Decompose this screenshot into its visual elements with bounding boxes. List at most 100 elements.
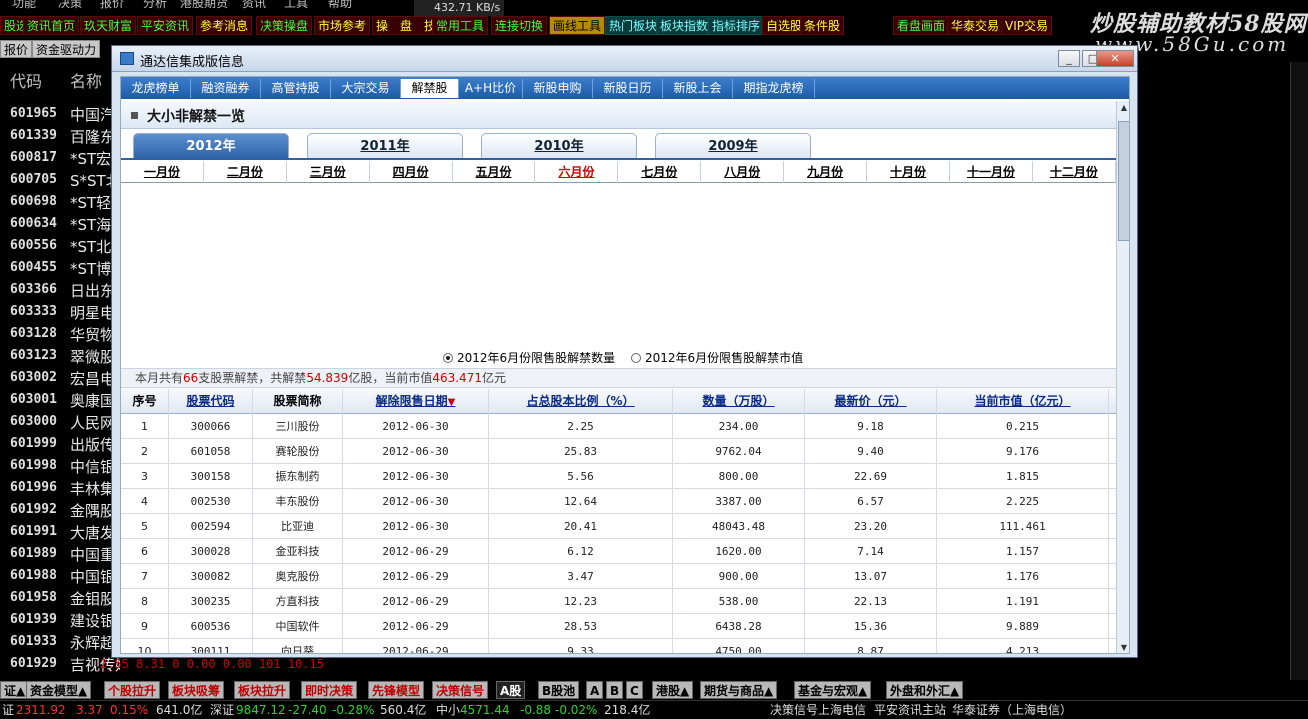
quote-row[interactable]: 603000 人民网 <box>0 412 120 434</box>
table-row[interactable]: 8 300235 方直科技 2012-06-29 12.23 538.00 22.13 1.1… <box>121 589 1116 614</box>
toolbar-button-12[interactable]: 板块指数 <box>656 16 713 35</box>
quote-row[interactable]: 600698 *ST轻 <box>0 192 120 214</box>
month-tab-3[interactable]: 三月份 <box>287 161 370 183</box>
quote-row[interactable]: 603333 明星电 <box>0 302 120 324</box>
quote-row[interactable]: 601339 百隆东 <box>0 126 120 148</box>
toolbar-button-17[interactable]: 华泰交易 <box>947 16 1004 35</box>
quote-row[interactable]: 601988 中国银 <box>0 566 120 588</box>
month-tab-12[interactable]: 十二月份 <box>1033 161 1116 183</box>
year-tab-2012[interactable]: 2012年 <box>133 133 289 159</box>
quote-row[interactable]: 603128 华贸物 <box>0 324 120 346</box>
quote-row[interactable]: 601996 丰林集 <box>0 478 120 500</box>
bottom-tab-2[interactable]: 个股拉升 <box>104 681 161 699</box>
table-row[interactable]: 10 300111 向日葵 2012-06-29 9.33 4750.00 8.87 4.21… <box>121 639 1116 653</box>
month-tab-4[interactable]: 四月份 <box>370 161 453 183</box>
month-tab-2[interactable]: 二月份 <box>204 161 287 183</box>
toolbar-button-2[interactable]: 玖天财富 <box>80 16 137 35</box>
toolbar-button-8[interactable]: 常用工具 <box>432 16 489 35</box>
bottom-tab-9[interactable]: B股池 <box>538 681 580 699</box>
bottom-tab-11[interactable]: B <box>606 681 624 699</box>
scroll-up-icon[interactable]: ▲ <box>1118 101 1129 115</box>
nav-tab-1[interactable]: 融资融券 <box>191 79 261 98</box>
toolbar-button-1[interactable]: 资讯首页 <box>23 16 80 35</box>
main-vertical-scrollbar[interactable] <box>1290 62 1308 680</box>
bottom-tab-10[interactable]: A <box>586 681 604 699</box>
toolbar-button-10[interactable]: 画线工具 <box>549 16 606 35</box>
toolbar-button-18[interactable]: VIP交易 <box>1001 16 1052 35</box>
menu-item-6[interactable]: 工具 <box>284 0 308 10</box>
bottom-tab-15[interactable]: 基金与宏观▲ <box>794 681 872 699</box>
quote-row[interactable]: 601992 金隅股 <box>0 500 120 522</box>
toolbar-button-13[interactable]: 指标排序 <box>708 16 765 35</box>
column-name[interactable]: 名称 <box>70 68 102 92</box>
toolbar-button-6[interactable]: 市场参考 <box>314 16 371 35</box>
month-tab-5[interactable]: 五月份 <box>453 161 536 183</box>
nav-tab-5[interactable]: A+H比价 <box>459 79 523 98</box>
column-header-7[interactable]: 当前市值（亿元） <box>937 389 1109 414</box>
toolbar-button-16[interactable]: 看盘画面 <box>893 16 950 35</box>
quote-row[interactable]: 601991 大唐发 <box>0 522 120 544</box>
menu-item-0[interactable]: 功能 <box>12 0 36 10</box>
table-row[interactable]: 5 002594 比亚迪 2012-06-30 20.41 48043.48 23.20 11… <box>121 514 1116 539</box>
toolbar-button-7[interactable]: 操 盘 技 <box>372 16 441 35</box>
bottom-tab-13[interactable]: 港股▲ <box>652 681 694 699</box>
toolbar-button-5[interactable]: 决策操盘 <box>256 16 313 35</box>
tab-fund-drive[interactable]: 资金驱动力 <box>32 40 101 58</box>
bottom-tab-8[interactable]: A股 <box>496 681 526 699</box>
month-tab-7[interactable]: 七月份 <box>618 161 702 183</box>
quote-row[interactable]: 603002 宏昌电 <box>0 368 120 390</box>
bottom-tab-1[interactable]: 资金模型▲ <box>26 681 92 699</box>
close-button[interactable]: ✕ <box>1096 50 1134 67</box>
year-tab-2009[interactable]: 2009年 <box>655 133 811 159</box>
bottom-tab-6[interactable]: 先锋模型 <box>368 681 425 699</box>
quote-row[interactable]: 603123 翠微股 <box>0 346 120 368</box>
nav-tab-9[interactable]: 期指龙虎榜 <box>733 79 815 98</box>
menu-item-7[interactable]: 帮助 <box>328 0 352 10</box>
table-row[interactable]: 7 300082 奥克股份 2012-06-29 3.47 900.00 13.07 1.17… <box>121 564 1116 589</box>
column-header-5[interactable]: 数量（万股） <box>673 389 805 414</box>
quote-row[interactable]: 600556 *ST北 <box>0 236 120 258</box>
quote-row[interactable]: 601958 金钼股 <box>0 588 120 610</box>
window-titlebar[interactable]: 通达信集成版信息 _ □ ✕ <box>112 46 1137 72</box>
tab-quote[interactable]: 报价 <box>0 40 33 58</box>
menu-item-5[interactable]: 资讯 <box>242 0 266 10</box>
column-header-1[interactable]: 股票代码 <box>169 389 253 414</box>
quote-row[interactable]: 603366 日出东 <box>0 280 120 302</box>
radio-unlock-value[interactable]: 2012年6月份限售股解禁市值 <box>631 349 803 366</box>
nav-tab-8[interactable]: 新股上会 <box>663 79 733 98</box>
nav-tab-7[interactable]: 新股日历 <box>593 79 663 98</box>
table-row[interactable]: 2 601058 赛轮股份 2012-06-30 25.83 9762.04 9.40 9.1… <box>121 439 1116 464</box>
column-code[interactable]: 代码 <box>10 68 42 92</box>
minimize-button[interactable]: _ <box>1058 50 1080 67</box>
toolbar-button-15[interactable]: 条件股 <box>800 16 845 35</box>
month-tab-11[interactable]: 十一月份 <box>950 161 1033 183</box>
toolbar-button-3[interactable]: 平安资讯 <box>137 16 194 35</box>
bottom-tab-14[interactable]: 期货与商品▲ <box>700 681 778 699</box>
column-header-6[interactable]: 最新价（元） <box>805 389 937 414</box>
toolbar-button-11[interactable]: 热门板块 <box>605 16 662 35</box>
radio-unlock-quantity[interactable]: 2012年6月份限售股解禁数量 <box>443 349 615 366</box>
bottom-tab-0[interactable]: 证▲ <box>0 681 30 699</box>
window-vertical-scrollbar[interactable]: ▲ ▼ <box>1116 101 1129 653</box>
month-tab-8[interactable]: 八月份 <box>701 161 785 183</box>
bottom-tab-3[interactable]: 板块吸筹 <box>168 681 225 699</box>
menu-item-4[interactable]: 港股期货 <box>180 0 228 10</box>
scroll-down-icon[interactable]: ▼ <box>1118 641 1129 653</box>
status-source-3[interactable]: 华泰证券（上海电信） <box>952 701 1072 719</box>
column-header-4[interactable]: 占总股本比例（%） <box>489 389 673 414</box>
menu-item-1[interactable]: 决策 <box>58 0 82 10</box>
quote-row[interactable]: 601999 出版传 <box>0 434 120 456</box>
quote-row[interactable]: 601933 永辉超 <box>0 632 120 654</box>
table-row[interactable]: 9 600536 中国软件 2012-06-29 28.53 6438.28 15.36 9.… <box>121 614 1116 639</box>
bottom-tab-16[interactable]: 外盘和外汇▲ <box>886 681 964 699</box>
nav-tab-3[interactable]: 大宗交易 <box>331 79 401 98</box>
nav-tab-0[interactable]: 龙虎榜单 <box>121 79 191 98</box>
menu-item-3[interactable]: 分析 <box>143 0 167 10</box>
quote-row[interactable]: 601998 中信银 <box>0 456 120 478</box>
quote-row[interactable]: 603001 奥康国 <box>0 390 120 412</box>
month-tab-9[interactable]: 九月份 <box>784 161 868 183</box>
nav-tab-6[interactable]: 新股申购 <box>523 79 593 98</box>
quote-row[interactable]: 601965 中国汽 <box>0 104 120 126</box>
month-tab-10[interactable]: 十月份 <box>867 161 950 183</box>
quote-row[interactable]: 600455 *ST博 <box>0 258 120 280</box>
